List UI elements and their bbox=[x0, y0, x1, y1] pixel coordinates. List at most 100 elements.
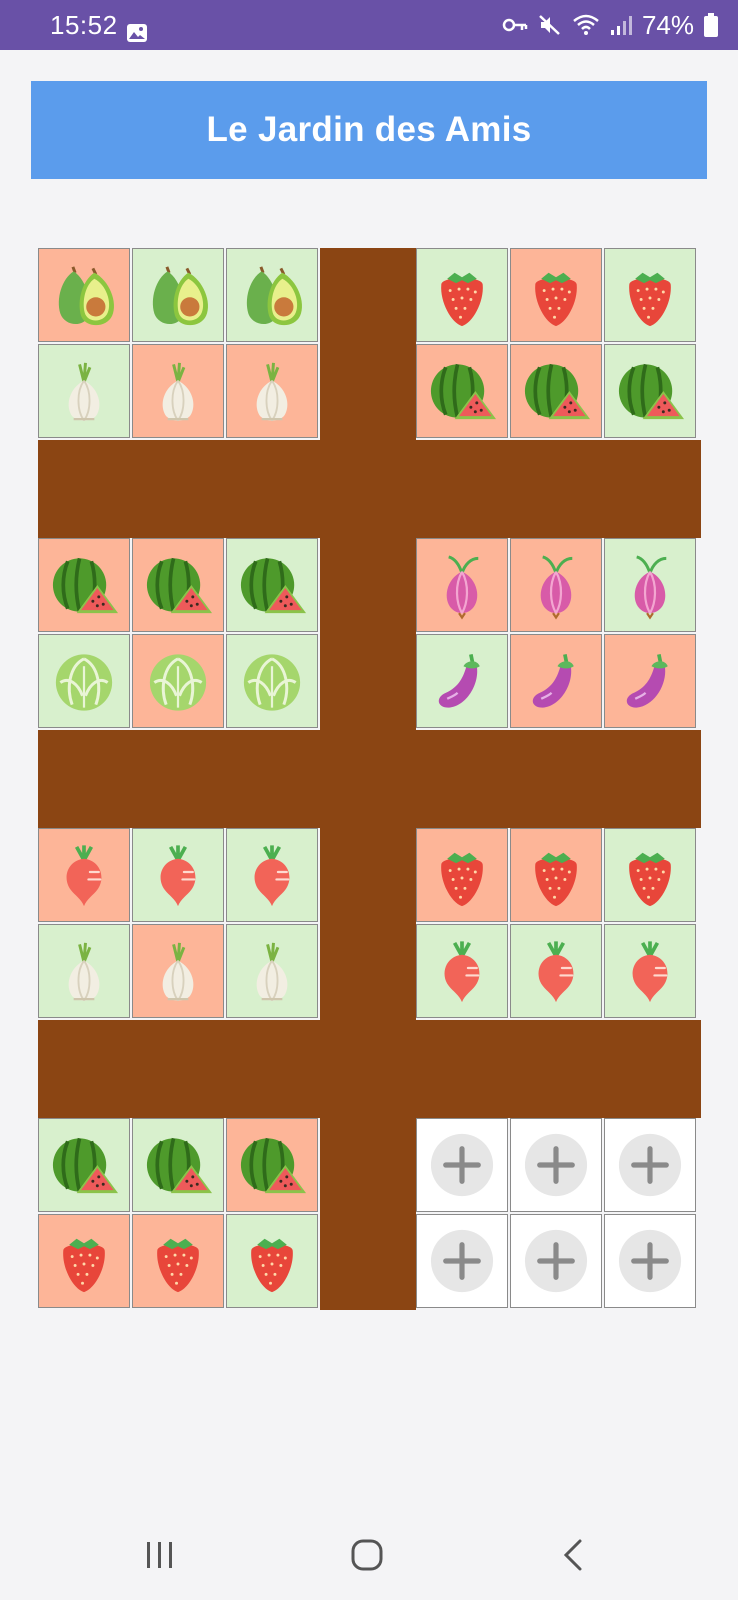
add-icon bbox=[613, 1224, 687, 1298]
radish-icon bbox=[613, 934, 687, 1008]
plant-tile-garlic[interactable] bbox=[226, 344, 318, 438]
recent-apps-button[interactable] bbox=[135, 1530, 185, 1580]
plant-tile-eggplant[interactable] bbox=[604, 634, 696, 728]
garlic-icon bbox=[47, 354, 121, 428]
plant-tile-strawberry[interactable] bbox=[132, 1214, 224, 1308]
onion-icon bbox=[519, 548, 593, 622]
plant-tile-garlic[interactable] bbox=[38, 924, 130, 1018]
add-plant-button[interactable] bbox=[510, 1214, 602, 1308]
onion-icon bbox=[613, 548, 687, 622]
key-icon bbox=[502, 18, 528, 32]
garlic-icon bbox=[47, 934, 121, 1008]
strawberry-icon bbox=[613, 838, 687, 912]
garlic-icon bbox=[235, 934, 309, 1008]
plant-tile-strawberry[interactable] bbox=[416, 248, 508, 342]
plant-tile-garlic[interactable] bbox=[38, 344, 130, 438]
strawberry-icon bbox=[425, 258, 499, 332]
add-icon bbox=[613, 1128, 687, 1202]
plant-tile-strawberry[interactable] bbox=[604, 828, 696, 922]
wifi-icon bbox=[573, 14, 599, 35]
cabbage-icon bbox=[235, 644, 309, 718]
plant-tile-garlic[interactable] bbox=[132, 924, 224, 1018]
plant-tile-cabbage[interactable] bbox=[38, 634, 130, 728]
garlic-icon bbox=[141, 354, 215, 428]
eggplant-icon bbox=[425, 644, 499, 718]
home-icon bbox=[351, 1539, 383, 1571]
plant-tile-watermelon[interactable] bbox=[132, 538, 224, 632]
plant-tile-radish[interactable] bbox=[38, 828, 130, 922]
plant-tile-strawberry[interactable] bbox=[416, 828, 508, 922]
status-bar: 15:52 74% bbox=[0, 0, 738, 50]
plant-tile-eggplant[interactable] bbox=[416, 634, 508, 728]
plant-tile-watermelon[interactable] bbox=[226, 538, 318, 632]
radish-icon bbox=[47, 838, 121, 912]
plant-tile-watermelon[interactable] bbox=[604, 344, 696, 438]
plant-tile-radish[interactable] bbox=[416, 924, 508, 1018]
add-plant-button[interactable] bbox=[604, 1118, 696, 1212]
plant-tile-strawberry[interactable] bbox=[510, 248, 602, 342]
plant-tile-onion[interactable] bbox=[416, 538, 508, 632]
plant-tile-onion[interactable] bbox=[604, 538, 696, 632]
home-button[interactable] bbox=[342, 1530, 392, 1580]
plant-tile-watermelon[interactable] bbox=[38, 1118, 130, 1212]
watermelon-icon bbox=[141, 548, 215, 622]
add-plant-button[interactable] bbox=[416, 1214, 508, 1308]
add-icon bbox=[425, 1224, 499, 1298]
garden-path-horizontal-3 bbox=[38, 1020, 701, 1118]
navigation-bar bbox=[0, 1500, 738, 1600]
watermelon-icon bbox=[613, 354, 687, 428]
plant-tile-garlic[interactable] bbox=[226, 924, 318, 1018]
battery-icon bbox=[704, 13, 718, 37]
strawberry-icon bbox=[519, 838, 593, 912]
watermelon-icon bbox=[235, 548, 309, 622]
strawberry-icon bbox=[141, 1224, 215, 1298]
plant-tile-strawberry[interactable] bbox=[38, 1214, 130, 1308]
eggplant-icon bbox=[613, 644, 687, 718]
eggplant-icon bbox=[519, 644, 593, 718]
avocado-icon bbox=[47, 258, 121, 332]
plant-tile-radish[interactable] bbox=[132, 828, 224, 922]
add-icon bbox=[519, 1128, 593, 1202]
plant-tile-avocado[interactable] bbox=[38, 248, 130, 342]
strawberry-icon bbox=[235, 1224, 309, 1298]
plant-tile-watermelon[interactable] bbox=[510, 344, 602, 438]
add-plant-button[interactable] bbox=[604, 1214, 696, 1308]
add-plant-button[interactable] bbox=[416, 1118, 508, 1212]
back-button[interactable] bbox=[548, 1530, 598, 1580]
plant-tile-watermelon[interactable] bbox=[132, 1118, 224, 1212]
plant-tile-radish[interactable] bbox=[604, 924, 696, 1018]
plant-tile-garlic[interactable] bbox=[132, 344, 224, 438]
plant-tile-onion[interactable] bbox=[510, 538, 602, 632]
strawberry-icon bbox=[519, 258, 593, 332]
plant-tile-strawberry[interactable] bbox=[226, 1214, 318, 1308]
watermelon-icon bbox=[141, 1128, 215, 1202]
recent-apps-icon bbox=[147, 1542, 172, 1568]
radish-icon bbox=[141, 838, 215, 912]
gallery-icon bbox=[127, 24, 147, 42]
garden-path-horizontal-2 bbox=[38, 730, 701, 828]
garden-grid bbox=[38, 248, 701, 1310]
strawberry-icon bbox=[47, 1224, 121, 1298]
plant-tile-radish[interactable] bbox=[226, 828, 318, 922]
onion-icon bbox=[425, 548, 499, 622]
plant-tile-cabbage[interactable] bbox=[132, 634, 224, 728]
avocado-icon bbox=[235, 258, 309, 332]
add-plant-button[interactable] bbox=[510, 1118, 602, 1212]
plant-tile-strawberry[interactable] bbox=[604, 248, 696, 342]
plant-tile-strawberry[interactable] bbox=[510, 828, 602, 922]
battery-percentage: 74% bbox=[641, 9, 694, 40]
watermelon-icon bbox=[47, 548, 121, 622]
plant-tile-avocado[interactable] bbox=[132, 248, 224, 342]
plant-tile-eggplant[interactable] bbox=[510, 634, 602, 728]
watermelon-icon bbox=[425, 354, 499, 428]
back-icon bbox=[563, 1539, 582, 1571]
plant-tile-radish[interactable] bbox=[510, 924, 602, 1018]
plant-tile-cabbage[interactable] bbox=[226, 634, 318, 728]
plant-tile-watermelon[interactable] bbox=[38, 538, 130, 632]
plant-tile-avocado[interactable] bbox=[226, 248, 318, 342]
cabbage-icon bbox=[47, 644, 121, 718]
cabbage-icon bbox=[141, 644, 215, 718]
plant-tile-watermelon[interactable] bbox=[226, 1118, 318, 1212]
strawberry-icon bbox=[613, 258, 687, 332]
plant-tile-watermelon[interactable] bbox=[416, 344, 508, 438]
